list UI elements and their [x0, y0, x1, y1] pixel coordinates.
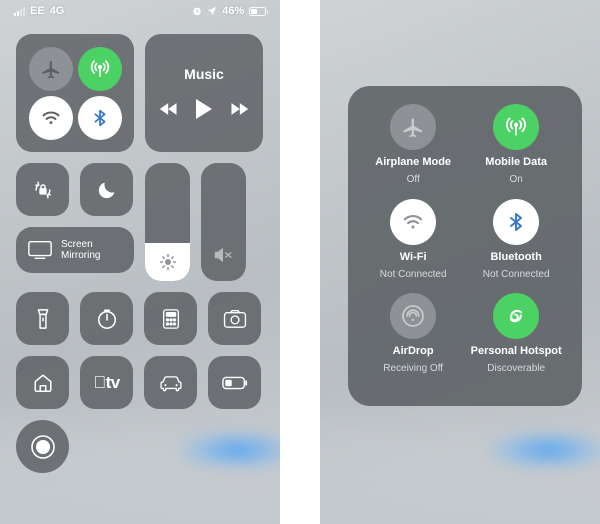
previous-track-button[interactable] — [159, 101, 179, 117]
mobile-data-icon — [90, 59, 109, 77]
home-button[interactable] — [16, 356, 69, 409]
screen-record-icon — [30, 434, 55, 459]
car-button[interactable] — [144, 356, 197, 409]
connectivity-expanded-module: Airplane Mode Off Mobile Data On Wi-Fi N… — [347, 86, 582, 406]
battery-icon — [249, 6, 269, 16]
screen-mirroring-label: Screen Mirroring — [61, 239, 101, 261]
bluetooth-icon — [510, 212, 523, 231]
mobile-data-label: Mobile Data — [485, 156, 548, 168]
right-expanded-panel: Airplane Mode Off Mobile Data On Wi-Fi N… — [319, 0, 600, 524]
battery-percent-label: 46% — [222, 5, 245, 17]
airplane-mode-status: Off — [406, 174, 420, 185]
screenshot-stage: EE 4G 46% Music Screen Mirroring tv Airp… — [0, 0, 600, 524]
cc-row-3 — [16, 292, 264, 345]
connectivity-module — [16, 34, 134, 152]
volume-fill — [201, 163, 246, 281]
bluetooth-circle[interactable] — [493, 198, 540, 245]
cc-row-4: tv — [16, 356, 264, 409]
wifi-label: Wi-Fi — [399, 250, 427, 263]
brightness-icon — [159, 254, 176, 271]
timer-button[interactable] — [80, 292, 133, 345]
status-bar: EE 4G 46% — [0, 0, 280, 22]
play-button[interactable] — [195, 98, 213, 120]
flashlight-icon — [37, 308, 48, 329]
airplane-mode-toggle[interactable] — [28, 46, 73, 91]
bluetooth-label: Bluetooth — [490, 250, 542, 263]
low-power-button[interactable] — [208, 356, 261, 409]
wallpaper-blue-blob-right — [487, 430, 600, 470]
bluetooth-toggle[interactable] — [77, 95, 122, 140]
cc-row-2: Screen Mirroring — [16, 163, 264, 281]
mobile-data-circle[interactable] — [493, 104, 540, 150]
location-arrow-icon — [207, 6, 217, 16]
carrier-label: EE — [30, 5, 45, 17]
screen-mirroring-button[interactable]: Screen Mirroring — [16, 227, 134, 273]
personal-hotspot-circle[interactable] — [493, 293, 540, 340]
calculator-button[interactable] — [144, 292, 197, 345]
bluetooth-status: Not Connected — [482, 268, 550, 280]
wifi-toggle[interactable] — [28, 95, 73, 140]
apple-tv-remote-button[interactable]: tv — [80, 356, 133, 409]
volume-mute-icon — [214, 248, 231, 262]
cc-row-5 — [16, 420, 264, 473]
airplane-mode-tile[interactable]: Airplane Mode Off — [362, 104, 465, 185]
personal-hotspot-status: Discoverable — [487, 363, 546, 375]
airplane-icon — [41, 60, 59, 78]
personal-hotspot-tile[interactable]: Personal Hotspot Discoverable — [465, 293, 568, 374]
wifi-icon — [42, 111, 59, 124]
alarm-icon — [192, 6, 202, 16]
left-control-center-panel: EE 4G 46% Music Screen Mirroring tv — [0, 0, 281, 524]
cc-row-1: Music — [16, 34, 264, 152]
camera-button[interactable] — [208, 292, 261, 345]
brightness-fill — [145, 243, 190, 281]
wifi-tile[interactable]: Wi-Fi Not Connected — [362, 198, 465, 280]
airdrop-status: Receiving Off — [383, 363, 444, 375]
screen-mirroring-icon — [28, 240, 52, 260]
music-module[interactable]: Music — [145, 34, 263, 152]
apple-tv-label: tv — [93, 372, 120, 392]
do-not-disturb-button[interactable] — [80, 163, 133, 216]
personal-hotspot-icon — [510, 310, 523, 323]
next-track-button[interactable] — [229, 101, 249, 117]
moon-icon — [98, 182, 114, 198]
wifi-circle[interactable] — [390, 198, 437, 245]
flashlight-button[interactable] — [16, 292, 69, 345]
calculator-icon — [162, 308, 179, 329]
home-icon — [33, 373, 52, 392]
airdrop-circle[interactable] — [390, 293, 437, 340]
mobile-data-status: On — [509, 174, 523, 185]
music-title: Music — [184, 66, 224, 82]
wifi-icon — [403, 214, 423, 229]
battery-low-power-icon — [221, 376, 247, 389]
bluetooth-icon — [94, 109, 105, 126]
bluetooth-tile[interactable]: Bluetooth Not Connected — [465, 198, 568, 280]
cc-row-2a — [16, 163, 134, 216]
wifi-status: Not Connected — [379, 268, 447, 280]
mobile-data-icon — [506, 117, 527, 136]
control-center-grid: Music Screen Mirroring tv — [16, 34, 264, 484]
car-icon — [159, 375, 182, 391]
panel-divider — [280, 0, 300, 524]
rotation-lock-button[interactable] — [16, 163, 69, 216]
timer-icon — [97, 309, 116, 329]
airdrop-tile[interactable]: AirDrop Receiving Off — [362, 293, 465, 374]
airplane-icon — [403, 118, 423, 138]
mobile-data-toggle[interactable] — [77, 46, 122, 91]
screen-record-button[interactable] — [16, 420, 69, 473]
airdrop-icon — [402, 305, 424, 328]
music-controls — [159, 98, 249, 120]
personal-hotspot-label: Personal Hotspot — [470, 345, 562, 358]
airplane-mode-label: Airplane Mode — [375, 156, 452, 168]
volume-slider[interactable] — [201, 163, 246, 281]
airdrop-label: AirDrop — [392, 345, 434, 358]
rotation-lock-icon — [34, 181, 51, 198]
camera-icon — [223, 309, 246, 328]
airplane-mode-circle[interactable] — [390, 104, 437, 150]
network-label: 4G — [49, 5, 65, 17]
signal-bars-icon — [14, 6, 25, 16]
mobile-data-tile[interactable]: Mobile Data On — [465, 104, 568, 185]
brightness-slider[interactable] — [145, 163, 190, 281]
cc-left-column: Screen Mirroring — [16, 163, 134, 281]
